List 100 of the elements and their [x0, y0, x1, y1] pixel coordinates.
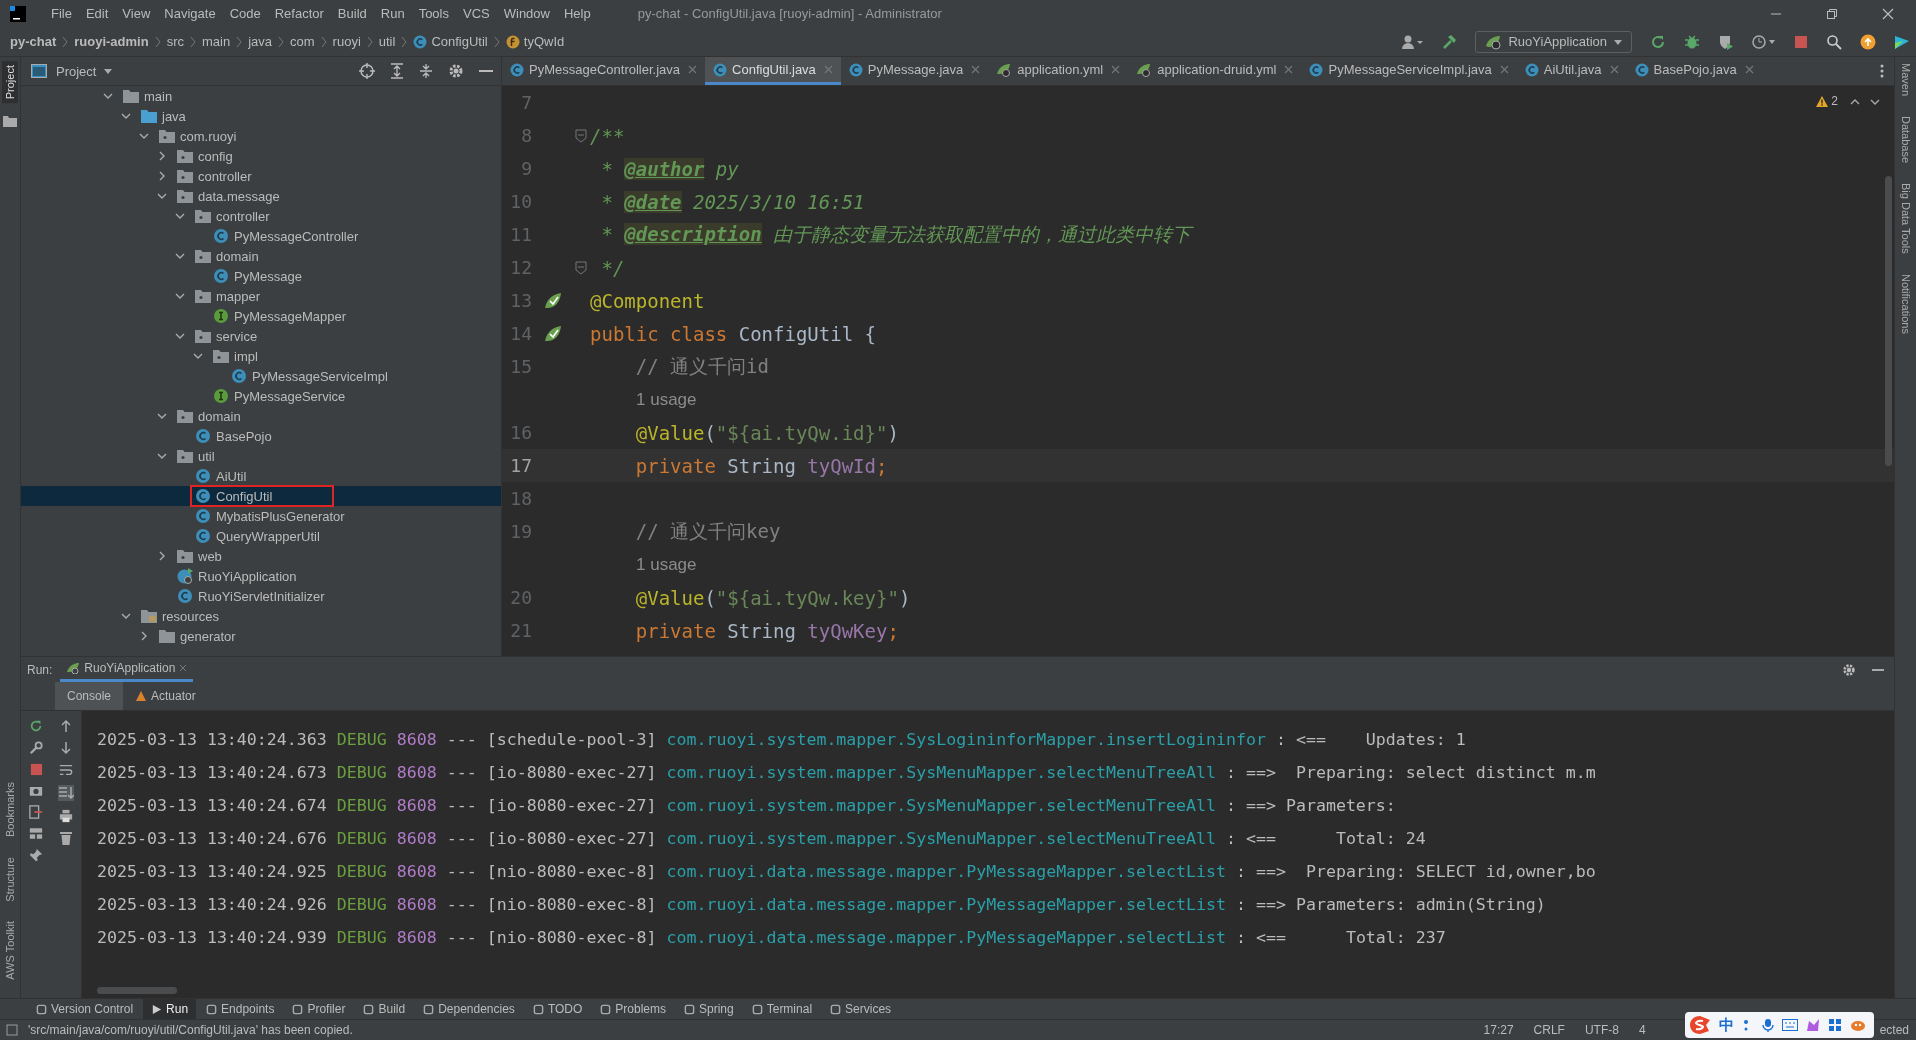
tree-item[interactable]: mapper	[190, 285, 266, 307]
status-item[interactable]: ected	[1872, 1023, 1916, 1037]
settings-icon[interactable]	[1842, 662, 1856, 677]
tree-item[interactable]: controller	[172, 165, 257, 187]
console-tab[interactable]: Actuator	[123, 682, 208, 710]
close-icon[interactable]	[1284, 65, 1294, 74]
tree-item[interactable]: data.message	[172, 185, 285, 207]
close-icon[interactable]	[1744, 65, 1754, 74]
tree-item[interactable]: PyMessageService	[208, 385, 351, 407]
breadcrumb-item[interactable]: com	[290, 34, 315, 49]
editor-tab[interactable]: application-druid.yml	[1128, 57, 1302, 85]
rerun-icon[interactable]	[1650, 33, 1666, 50]
fold-icon[interactable]	[575, 128, 587, 143]
tree-item[interactable]: PyMessageServiceImpl	[226, 365, 393, 387]
tool-window-button[interactable]: Build	[355, 999, 414, 1019]
breadcrumb-item[interactable]: py-chat	[10, 34, 57, 49]
microphone-icon[interactable]	[1762, 1018, 1774, 1032]
close-icon[interactable]	[1111, 65, 1121, 74]
breadcrumb-item[interactable]: main	[202, 34, 231, 49]
tree-item[interactable]: service	[190, 325, 263, 347]
run-configuration-dropdown[interactable]: RuoYiApplication	[1475, 30, 1632, 53]
tool-window-button[interactable]: Problems	[592, 999, 674, 1019]
tree-item[interactable]: main	[118, 86, 178, 107]
tree-item[interactable]: PyMessage	[208, 265, 307, 287]
tool-window-button[interactable]: Dependencies	[415, 999, 523, 1019]
scrollbar[interactable]	[1885, 176, 1892, 466]
editor-tab[interactable]: ConfigUtil.java	[705, 57, 841, 85]
expand-all-icon[interactable]	[390, 63, 404, 79]
collapse-all-icon[interactable]	[419, 63, 433, 79]
tool-window-tab[interactable]: Big Data Tools	[1897, 179, 1914, 258]
rerun-icon[interactable]	[29, 719, 43, 733]
scroll-to-end-icon[interactable]	[58, 785, 74, 801]
tree-item[interactable]: RuoYiServletInitializer	[172, 585, 330, 607]
tool-window-tab[interactable]: AWS Toolkit	[2, 917, 18, 984]
status-item[interactable]: UTF-8	[1577, 1023, 1626, 1037]
ime-logo-icon[interactable]	[1689, 1015, 1711, 1035]
breadcrumb-item[interactable]: tyQwId	[505, 34, 565, 49]
tree-item[interactable]: impl	[208, 345, 263, 367]
breadcrumb-item[interactable]: ruoyi	[332, 34, 361, 49]
bug-icon[interactable]	[1684, 33, 1700, 50]
tree-item[interactable]: QueryWrapperUtil	[190, 525, 325, 547]
previous-icon[interactable]	[1850, 98, 1860, 106]
menu-item[interactable]: Code	[222, 6, 268, 21]
grid-icon[interactable]	[1828, 1018, 1842, 1032]
hammer-icon[interactable]	[1441, 33, 1458, 50]
console-tab[interactable]: Console	[55, 682, 124, 710]
menu-item[interactable]: Run	[373, 6, 412, 21]
menu-item[interactable]: Build	[330, 6, 374, 21]
update-icon[interactable]	[1860, 33, 1876, 50]
tree-item[interactable]: resources	[136, 605, 225, 627]
shield-icon[interactable]	[1718, 33, 1734, 50]
settings-icon[interactable]	[448, 63, 464, 79]
tool-window-tab[interactable]: Database	[1897, 112, 1914, 168]
status-item[interactable]: CRLF	[1526, 1023, 1572, 1037]
exit-icon[interactable]	[29, 805, 43, 819]
tool-window-button[interactable]: Services	[822, 999, 900, 1019]
tree-item[interactable]: PyMessageController	[208, 225, 364, 247]
dropdown-caret-icon[interactable]	[103, 67, 114, 75]
plugin-logo-icon[interactable]	[1894, 33, 1910, 50]
scrollbar[interactable]	[97, 987, 177, 994]
tool-window-button[interactable]: Run	[143, 999, 197, 1019]
profiler-icon[interactable]	[1752, 33, 1776, 50]
locate-icon[interactable]	[359, 63, 375, 79]
menu-item[interactable]: File	[44, 6, 79, 21]
usage-hint[interactable]: 1 usage	[636, 389, 697, 410]
editor-tab[interactable]: application.yml	[988, 57, 1129, 85]
stop-icon[interactable]	[1794, 34, 1808, 49]
tool-window-button[interactable]: Profiler	[284, 999, 354, 1019]
tool-window-tab[interactable]: Project	[2, 61, 18, 104]
editor-tab[interactable]: PyMessage.java	[840, 57, 989, 85]
usage-hint[interactable]: 1 usage	[636, 554, 697, 575]
menu-item[interactable]: Refactor	[267, 6, 331, 21]
layout-icon[interactable]	[29, 827, 43, 840]
tool-window-button[interactable]: TODO	[524, 999, 591, 1019]
stop-icon[interactable]	[29, 763, 43, 776]
close-icon[interactable]	[1882, 7, 1894, 20]
tree-item[interactable]: com.ruoyi	[154, 125, 242, 147]
input-method-toolbar[interactable]: 中	[1685, 1012, 1874, 1038]
tree-item[interactable]: util	[172, 445, 220, 467]
breadcrumb-item[interactable]: src	[166, 34, 184, 49]
pin-icon[interactable]	[29, 848, 43, 862]
tool-window-tab[interactable]: Maven	[1897, 59, 1914, 101]
tree-item[interactable]: web	[172, 545, 227, 567]
breadcrumb-item[interactable]: ruoyi-admin	[74, 34, 149, 49]
close-icon[interactable]	[1499, 65, 1509, 74]
tool-window-button[interactable]: Spring	[676, 999, 742, 1019]
editor-tab[interactable]: AiUtil.java	[1516, 57, 1627, 85]
close-icon[interactable]	[971, 65, 981, 74]
tool-window-button[interactable]: Endpoints	[198, 999, 283, 1019]
tool-window-button[interactable]: Version Control	[28, 999, 142, 1019]
more-icon[interactable]	[1880, 64, 1884, 78]
tool-window-tab[interactable]: Bookmarks	[2, 777, 18, 841]
menu-item[interactable]: Tools	[411, 6, 456, 21]
tree-item[interactable]: domain	[190, 245, 264, 267]
restore-icon[interactable]	[1826, 7, 1838, 20]
status-item[interactable]: 4	[1631, 1023, 1653, 1037]
menu-item[interactable]: Window	[496, 6, 557, 21]
breadcrumb-item[interactable]: java	[248, 34, 273, 49]
tree-item[interactable]: domain	[172, 405, 246, 427]
tree-item[interactable]: RuoYiApplication	[172, 565, 302, 587]
